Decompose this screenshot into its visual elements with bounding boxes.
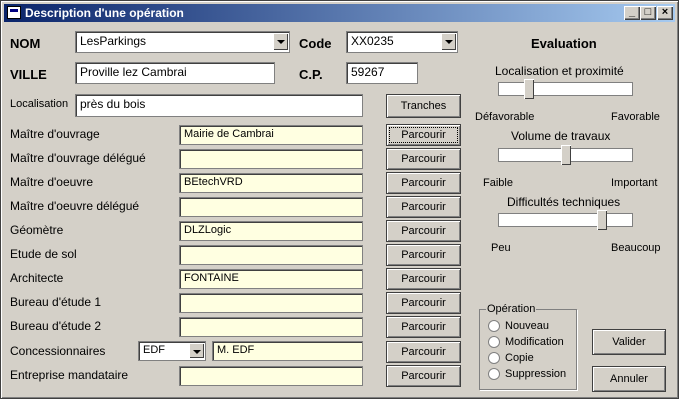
maitre-oeuvre-input[interactable]: BEtechVRD xyxy=(179,173,363,193)
radio-copie[interactable] xyxy=(488,352,500,364)
concessionnaire-combo[interactable]: EDF xyxy=(138,341,206,361)
radio-suppression[interactable] xyxy=(488,368,500,380)
app-icon xyxy=(7,6,21,19)
concessionnaire-value: EDF xyxy=(143,344,165,356)
slider-max-label: Beaucoup xyxy=(611,242,661,254)
parcourir-button[interactable]: Parcourir xyxy=(386,124,461,146)
etude-sol-input[interactable] xyxy=(179,245,363,265)
chevron-down-icon[interactable] xyxy=(441,33,456,50)
parcourir-button[interactable]: Parcourir xyxy=(386,341,461,363)
slider-max-label: Favorable xyxy=(611,111,660,123)
difficultes-slider[interactable] xyxy=(498,210,633,230)
code-combo[interactable]: XX0235 xyxy=(346,31,458,53)
operation-group-title: Opération xyxy=(486,303,537,315)
radio-modification[interactable] xyxy=(488,336,500,348)
slider-thumb[interactable] xyxy=(561,145,571,165)
parcourir-button[interactable]: Parcourir xyxy=(386,316,461,338)
row-label: Maître d'ouvrage xyxy=(10,127,100,141)
close-button[interactable]: × xyxy=(657,6,673,20)
chevron-down-icon[interactable] xyxy=(273,33,288,50)
maitre-oeuvre-delegue-input[interactable] xyxy=(179,197,363,217)
cp-input[interactable]: 59267 xyxy=(346,62,418,84)
chevron-down-icon[interactable] xyxy=(189,343,204,358)
slider-thumb[interactable] xyxy=(597,210,607,230)
parcourir-button[interactable]: Parcourir xyxy=(386,292,461,314)
geometre-input[interactable]: DLZLogic xyxy=(179,221,363,241)
concessionnaire-input[interactable]: M. EDF xyxy=(212,341,363,361)
window-title: Description d'une opération xyxy=(25,6,184,20)
localisation-slider[interactable] xyxy=(498,79,633,99)
row-label: Géomètre xyxy=(10,223,64,237)
nom-combo[interactable]: LesParkings xyxy=(75,31,290,53)
parcourir-button[interactable]: Parcourir xyxy=(386,172,461,194)
parcourir-button[interactable]: Parcourir xyxy=(386,220,461,242)
nom-value: LesParkings xyxy=(80,34,147,48)
localisation-input[interactable]: près du bois xyxy=(75,94,363,117)
slider-min-label: Peu xyxy=(491,242,511,254)
row-label: Entreprise mandataire xyxy=(10,368,129,382)
row-label: Architecte xyxy=(10,271,64,285)
slider-thumb[interactable] xyxy=(524,79,534,99)
tranches-button[interactable]: Tranches xyxy=(386,94,461,118)
valider-button[interactable]: Valider xyxy=(592,329,666,355)
maitre-ouvrage-delegue-input[interactable] xyxy=(179,149,363,169)
architecte-input[interactable]: FONTAINE xyxy=(179,269,363,289)
row-label: Maître d'oeuvre délégué xyxy=(10,199,140,213)
parcourir-button[interactable]: Parcourir xyxy=(386,148,461,170)
slider-title: Volume de travaux xyxy=(511,129,611,143)
ville-label: VILLE xyxy=(10,67,47,82)
parcourir-button[interactable]: Parcourir xyxy=(386,196,461,218)
parcourir-button[interactable]: Parcourir xyxy=(386,365,461,387)
radio-label: Modification xyxy=(505,336,564,348)
annuler-button[interactable]: Annuler xyxy=(592,366,666,392)
title-bar[interactable]: Description d'une opération _ □ × xyxy=(4,4,675,22)
row-label: Maître d'ouvrage délégué xyxy=(10,151,146,165)
slider-max-label: Important xyxy=(611,177,658,189)
radio-label: Copie xyxy=(505,352,534,364)
parcourir-button[interactable]: Parcourir xyxy=(386,268,461,290)
row-label: Maître d'oeuvre xyxy=(10,175,93,189)
localisation-label: Localisation xyxy=(10,98,69,110)
entreprise-mandataire-input[interactable] xyxy=(179,366,363,386)
row-label: Bureau d'étude 2 xyxy=(10,319,102,333)
bureau-etude-2-input[interactable] xyxy=(179,317,363,337)
row-label: Bureau d'étude 1 xyxy=(10,295,102,309)
radio-label: Nouveau xyxy=(505,320,550,332)
volume-slider[interactable] xyxy=(498,145,633,165)
code-value: XX0235 xyxy=(351,34,394,48)
slider-title: Localisation et proximité xyxy=(495,64,624,78)
code-label: Code xyxy=(299,36,332,51)
cp-label: C.P. xyxy=(299,67,323,82)
ville-input[interactable]: Proville lez Cambrai xyxy=(75,62,275,84)
evaluation-title: Evaluation xyxy=(531,36,597,51)
radio-label: Suppression xyxy=(505,368,567,380)
slider-title: Difficultés techniques xyxy=(507,195,621,209)
minimize-button[interactable]: _ xyxy=(624,6,640,20)
row-label: Concessionnaires xyxy=(10,344,106,358)
bureau-etude-1-input[interactable] xyxy=(179,293,363,313)
row-label: Etude de sol xyxy=(10,247,77,261)
nom-label: NOM xyxy=(10,36,41,51)
parcourir-button[interactable]: Parcourir xyxy=(386,244,461,266)
slider-min-label: Défavorable xyxy=(475,111,535,123)
slider-min-label: Faible xyxy=(483,177,513,189)
maximize-button[interactable]: □ xyxy=(640,6,656,20)
maitre-ouvrage-input[interactable]: Mairie de Cambrai xyxy=(179,125,363,145)
radio-nouveau[interactable] xyxy=(488,320,500,332)
